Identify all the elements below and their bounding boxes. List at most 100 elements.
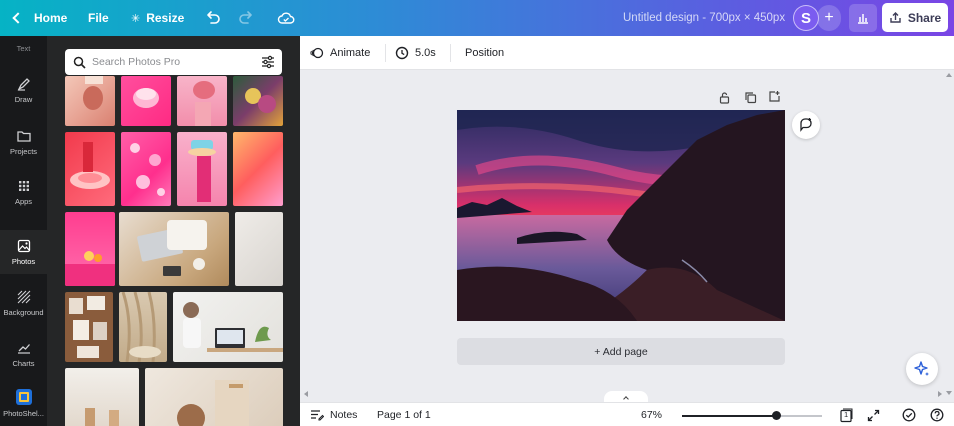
- design-page[interactable]: [457, 110, 785, 321]
- sidebar-item-photos[interactable]: Photos: [0, 230, 47, 274]
- share-upload-icon: [890, 12, 901, 23]
- zoom-percent[interactable]: 67%: [641, 403, 662, 426]
- duration-button[interactable]: 5.0s: [395, 36, 436, 70]
- scroll-down-arrow-icon[interactable]: [946, 391, 952, 395]
- check-circle-icon: [902, 408, 916, 422]
- folder-icon: [16, 131, 31, 142]
- position-button[interactable]: Position: [465, 36, 504, 70]
- photo-thumbnail[interactable]: [177, 76, 227, 126]
- comment-add-icon: [800, 118, 812, 132]
- photo-content: [188, 140, 216, 202]
- resize-button[interactable]: ✳ Resize: [131, 0, 184, 36]
- sidebar-item-label: Photos: [11, 257, 36, 266]
- photo-thumbnail[interactable]: [173, 292, 283, 362]
- zoom-slider-handle[interactable]: [772, 411, 781, 420]
- photo-content: [121, 292, 161, 362]
- context-toolbar: Animate 5.0s Position: [300, 36, 954, 70]
- top-bar: Home File ✳ Resize Untitled design - 700…: [0, 0, 954, 36]
- scroll-right-arrow-icon[interactable]: [938, 391, 942, 397]
- photos-panel: [47, 36, 300, 426]
- photo-thumbnail[interactable]: [121, 76, 171, 126]
- photo-thumbnail[interactable]: [119, 212, 229, 286]
- scroll-up-arrow-icon[interactable]: [946, 73, 952, 77]
- page-count-button[interactable]: 1: [839, 403, 853, 426]
- undo-icon[interactable]: [204, 9, 222, 27]
- redo-icon[interactable]: [237, 9, 255, 27]
- animate-button[interactable]: Animate: [310, 36, 370, 70]
- bottom-bar: Notes Page 1 of 1 67% 1: [300, 402, 954, 426]
- draw-icon: [17, 78, 30, 91]
- animate-icon: [310, 47, 324, 59]
- zoom-slider[interactable]: [682, 411, 822, 420]
- avatar[interactable]: S: [793, 5, 819, 31]
- design-title[interactable]: Untitled design - 700px × 450px: [623, 0, 785, 36]
- photo-thumbnail[interactable]: [233, 132, 283, 206]
- sidebar-item-text[interactable]: Text: [0, 44, 47, 53]
- search-input[interactable]: [92, 56, 252, 68]
- check-button[interactable]: [902, 403, 916, 426]
- photo-thumbnail[interactable]: [119, 292, 167, 362]
- share-button[interactable]: Share: [882, 3, 948, 32]
- sidebar-item-label: PhotoShel...: [3, 409, 44, 418]
- photo-thumbnail[interactable]: [65, 368, 139, 426]
- sunset-photo[interactable]: [457, 110, 785, 321]
- sidebar-item-projects[interactable]: Projects: [0, 128, 47, 162]
- zoom-slider-fill: [682, 415, 776, 417]
- home-button[interactable]: Home: [10, 0, 67, 36]
- photo-content: [85, 408, 119, 426]
- search-box[interactable]: [65, 49, 282, 75]
- sparkle-icon: [914, 361, 929, 376]
- photo-content: [137, 220, 207, 276]
- cloud-saved-icon[interactable]: [277, 9, 295, 27]
- lock-icon[interactable]: [718, 91, 731, 104]
- photo-content: [65, 251, 115, 286]
- resize-label: Resize: [146, 11, 185, 25]
- insights-button[interactable]: [849, 4, 877, 32]
- notes-button[interactable]: Notes: [310, 403, 357, 426]
- magic-assistant-button[interactable]: [906, 353, 938, 385]
- fullscreen-button[interactable]: [867, 403, 880, 426]
- background-pattern-icon: [17, 290, 30, 304]
- photo-thumbnail[interactable]: [177, 132, 227, 206]
- left-rail: Text Draw Projects Apps Photos Backgroun…: [0, 36, 47, 426]
- sidebar-item-background[interactable]: Background: [0, 289, 47, 323]
- add-page-icon[interactable]: [768, 90, 781, 103]
- photoshelter-app-icon: [15, 389, 32, 405]
- bar-chart-icon: [858, 14, 868, 24]
- scroll-left-arrow-icon[interactable]: [304, 391, 308, 397]
- photo-thumbnail[interactable]: [65, 132, 115, 206]
- photo-content: [69, 296, 107, 358]
- sidebar-item-charts[interactable]: Charts: [0, 340, 47, 374]
- home-label: Home: [34, 11, 68, 25]
- photo-content: [183, 302, 283, 352]
- photo-thumbnail[interactable]: [235, 212, 283, 286]
- photo-thumbnail[interactable]: [65, 292, 113, 362]
- sidebar-item-apps[interactable]: Apps: [0, 178, 47, 212]
- sidebar-item-draw[interactable]: Draw: [0, 76, 47, 110]
- help-button[interactable]: [930, 403, 944, 426]
- sidebar-item-photoshelter[interactable]: PhotoShel...: [0, 388, 47, 422]
- photo-thumbnail[interactable]: [65, 76, 115, 126]
- sidebar-item-label: Charts: [12, 359, 35, 368]
- photo-thumbnail[interactable]: [233, 76, 283, 126]
- animate-label: Animate: [330, 47, 371, 59]
- vertical-scrollbar[interactable]: [944, 70, 954, 400]
- add-collaborator-button[interactable]: +: [817, 5, 841, 31]
- add-comment-button[interactable]: [792, 111, 820, 139]
- page-indicator[interactable]: Page 1 of 1: [377, 403, 431, 426]
- photo-content: [245, 88, 276, 113]
- chart-line-icon: [17, 344, 30, 354]
- photo-thumbnail[interactable]: [145, 368, 283, 426]
- toolbar-divider: [385, 44, 386, 62]
- sidebar-item-label: Apps: [14, 197, 33, 206]
- file-menu-button[interactable]: File: [88, 0, 109, 36]
- photo-thumbnail[interactable]: [65, 212, 115, 286]
- sidebar-item-label: Background: [3, 308, 44, 317]
- filter-sliders-icon[interactable]: [261, 55, 275, 69]
- duplicate-page-icon[interactable]: [744, 91, 757, 104]
- add-page-button[interactable]: + Add page: [457, 338, 785, 365]
- photo-thumbnail[interactable]: [121, 132, 171, 206]
- expand-icon: [867, 409, 880, 421]
- sparkle-icon: ✳: [131, 12, 141, 25]
- help-icon: [930, 408, 944, 422]
